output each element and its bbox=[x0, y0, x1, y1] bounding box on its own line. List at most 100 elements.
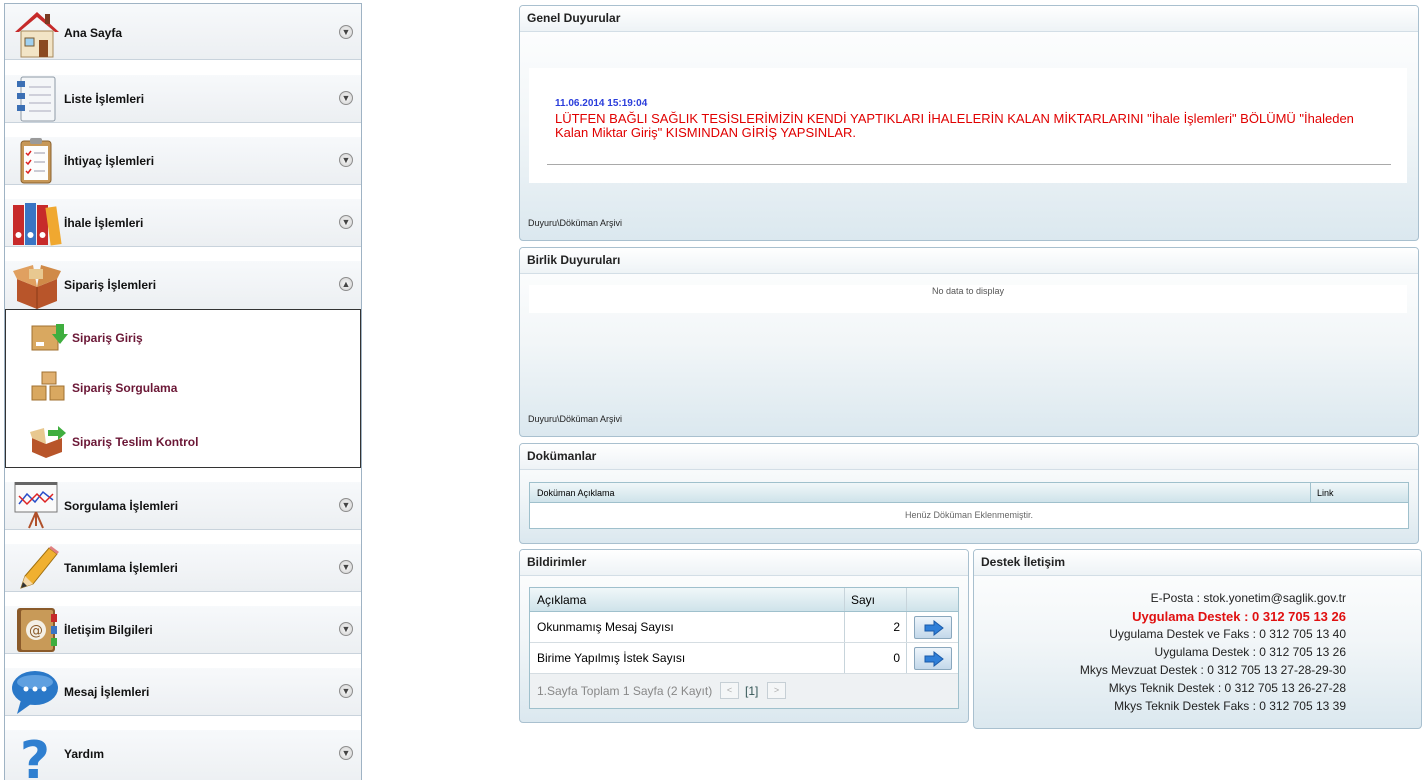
sidebar-item-ana-sayfa[interactable]: Ana Sayfa ▼ bbox=[5, 4, 361, 60]
clipboard-checklist-icon bbox=[20, 138, 52, 184]
announcement-box: 11.06.2014 15:19:04 LÜTFEN BAĞLI SAĞLIK … bbox=[529, 68, 1407, 183]
address-book-icon: @ bbox=[17, 608, 57, 652]
divider bbox=[547, 164, 1391, 165]
stacked-boxes-icon bbox=[31, 371, 65, 401]
chevron-down-icon[interactable]: ▼ bbox=[339, 622, 353, 636]
column-header-description[interactable]: Açıklama bbox=[537, 588, 586, 612]
sidebar-item-mesaj[interactable]: Mesaj İşlemleri ▼ bbox=[5, 668, 361, 716]
submenu-siparis: Sipariş Giriş Sipariş Sorgulama Sipariş … bbox=[5, 309, 361, 468]
chevron-down-icon[interactable]: ▼ bbox=[339, 684, 353, 698]
panel-title: Bildirimler bbox=[520, 550, 968, 576]
support-email: E-Posta : stok.yonetim@saglik.gov.tr bbox=[1150, 591, 1346, 605]
chevron-down-icon[interactable]: ▼ bbox=[339, 560, 353, 574]
panel-bildirimler: Bildirimler Açıklama Sayı Okunmamış Mesa… bbox=[519, 549, 969, 723]
sidebar-item-siparis[interactable]: Sipariş İşlemleri ▲ bbox=[5, 261, 361, 309]
submenu-item-siparis-giris[interactable]: Sipariş Giriş bbox=[6, 316, 360, 356]
go-button[interactable] bbox=[914, 647, 952, 670]
table-header: Doküman Açıklama Link bbox=[530, 483, 1408, 503]
pencil-icon bbox=[20, 546, 59, 589]
divider bbox=[5, 592, 361, 606]
support-line: Mkys Mevzuat Destek : 0 312 705 13 27-28… bbox=[1079, 663, 1346, 677]
open-box-icon bbox=[13, 265, 61, 309]
current-page[interactable]: [1] bbox=[745, 684, 758, 698]
chevron-down-icon[interactable]: ▼ bbox=[339, 498, 353, 512]
submenu-item-siparis-teslim-kontrol[interactable]: Sipariş Teslim Kontrol bbox=[6, 420, 360, 460]
pager: 1.Sayfa Toplam 1 Sayfa (2 Kayıt) < [1] > bbox=[530, 674, 958, 708]
question-mark-icon: ? bbox=[20, 731, 50, 780]
sidebar-item-ihale[interactable]: İhale İşlemleri ▼ bbox=[5, 199, 361, 247]
submenu-item-label: Sipariş Giriş bbox=[72, 331, 143, 345]
row-label: Okunmamış Mesaj Sayısı bbox=[537, 620, 674, 634]
go-button[interactable] bbox=[914, 616, 952, 639]
sidebar-item-label: İhtiyaç İşlemleri bbox=[64, 154, 155, 168]
chevron-down-icon[interactable]: ▼ bbox=[339, 215, 353, 229]
sidebar-item-label: Mesaj İşlemleri bbox=[64, 685, 150, 699]
panel-title: Genel Duyurular bbox=[520, 6, 1418, 32]
empty-message: Henüz Döküman Eklenmemiştir. bbox=[904, 510, 1034, 520]
box-down-arrow-icon bbox=[31, 324, 68, 351]
chevron-down-icon[interactable]: ▼ bbox=[339, 91, 353, 105]
divider bbox=[5, 530, 361, 544]
column-header-description[interactable]: Doküman Açıklama bbox=[537, 488, 615, 498]
chevron-down-icon[interactable]: ▼ bbox=[339, 746, 353, 760]
panel-title: Birlik Duyuruları bbox=[520, 248, 1418, 274]
binders-icon bbox=[13, 203, 62, 246]
next-page-button[interactable]: > bbox=[767, 682, 786, 699]
column-header-count[interactable]: Sayı bbox=[844, 588, 907, 611]
sidebar-item-label: Yardım bbox=[64, 747, 105, 761]
sidebar-item-label: Tanımlama İşlemleri bbox=[64, 561, 178, 575]
support-line: Uygulama Destek ve Faks : 0 312 705 13 4… bbox=[1109, 627, 1346, 641]
panel-destek-iletisim: Destek İletişim E-Posta : stok.yonetim@s… bbox=[973, 549, 1422, 729]
divider bbox=[5, 123, 361, 137]
sidebar-item-sorgulama[interactable]: Sorgulama İşlemleri ▼ bbox=[5, 482, 361, 530]
sidebar-item-ihtiyac[interactable]: İhtiyaç İşlemleri ▼ bbox=[5, 137, 361, 185]
chevron-down-icon[interactable]: ▼ bbox=[339, 153, 353, 167]
archive-link[interactable]: Duyuru\Döküman Arşivi bbox=[528, 218, 622, 228]
table-row: Okunmamış Mesaj Sayısı 2 bbox=[530, 612, 958, 643]
arrow-right-icon bbox=[924, 651, 944, 667]
chevron-down-icon[interactable]: ▼ bbox=[339, 25, 353, 39]
archive-link[interactable]: Duyuru\Döküman Arşivi bbox=[528, 414, 622, 424]
column-header-link[interactable]: Link bbox=[1310, 483, 1334, 502]
box-right-arrow-icon bbox=[30, 426, 66, 458]
submenu-item-siparis-sorgulama[interactable]: Sipariş Sorgulama bbox=[6, 366, 360, 406]
sidebar-item-iletisim[interactable]: @ İletişim Bilgileri ▼ bbox=[5, 606, 361, 654]
row-count: 0 bbox=[844, 643, 907, 673]
support-contact-list: E-Posta : stok.yonetim@saglik.gov.tr Uyg… bbox=[974, 591, 1346, 717]
notifications-table: Açıklama Sayı Okunmamış Mesaj Sayısı 2 B… bbox=[529, 587, 959, 709]
submenu-item-label: Sipariş Teslim Kontrol bbox=[72, 435, 199, 449]
arrow-right-icon bbox=[924, 620, 944, 636]
support-line: Uygulama Destek : 0 312 705 13 26 bbox=[1154, 645, 1346, 659]
divider bbox=[5, 654, 361, 668]
sidebar-item-label: İletişim Bilgileri bbox=[64, 623, 153, 637]
prev-page-button[interactable]: < bbox=[720, 682, 739, 699]
sidebar: Ana Sayfa ▼ Liste İşlemleri ▼ İhtiyaç İş… bbox=[4, 3, 362, 780]
divider bbox=[5, 716, 361, 730]
sidebar-item-label: Ana Sayfa bbox=[64, 26, 123, 40]
submenu-item-label: Sipariş Sorgulama bbox=[72, 381, 178, 395]
panel-title: Destek İletişim bbox=[974, 550, 1421, 576]
sidebar-item-liste[interactable]: Liste İşlemleri ▼ bbox=[5, 75, 361, 123]
pager-summary: 1.Sayfa Toplam 1 Sayfa (2 Kayıt) bbox=[537, 684, 713, 698]
empty-message: No data to display bbox=[529, 285, 1407, 313]
house-icon bbox=[15, 12, 59, 58]
panel-title: Dokümanlar bbox=[520, 444, 1418, 470]
documents-table: Doküman Açıklama Link Henüz Döküman Ekle… bbox=[529, 482, 1409, 529]
sidebar-item-yardim[interactable]: ? Yardım ▼ bbox=[5, 730, 361, 780]
sidebar-item-label: Sipariş İşlemleri bbox=[64, 278, 157, 292]
panel-dokumanlar: Dokümanlar Doküman Açıklama Link Henüz D… bbox=[519, 443, 1419, 544]
panel-genel-duyurular: Genel Duyurular 11.06.2014 15:19:04 LÜTF… bbox=[519, 5, 1419, 241]
table-header: Açıklama Sayı bbox=[530, 588, 958, 612]
announcement-message: LÜTFEN BAĞLI SAĞLIK TESİSLERİMİZİN KENDİ… bbox=[555, 111, 1354, 140]
support-line-highlight: Uygulama Destek : 0 312 705 13 26 bbox=[1132, 609, 1346, 624]
speech-bubble-icon bbox=[12, 671, 58, 714]
chevron-up-icon[interactable]: ▲ bbox=[339, 277, 353, 291]
svg-text:@: @ bbox=[29, 623, 43, 639]
support-line: Mkys Teknik Destek : 0 312 705 13 26-27-… bbox=[1108, 681, 1346, 695]
notebook-list-icon bbox=[17, 76, 56, 122]
table-row: Birime Yapılmış İstek Sayısı 0 bbox=[530, 643, 958, 674]
announcement-date: 11.06.2014 15:19:04 bbox=[555, 98, 648, 109]
sidebar-item-label: İhale İşlemleri bbox=[64, 216, 144, 230]
sidebar-item-tanimlama[interactable]: Tanımlama İşlemleri ▼ bbox=[5, 544, 361, 592]
support-line: Mkys Teknik Destek Faks : 0 312 705 13 3… bbox=[1114, 699, 1346, 713]
